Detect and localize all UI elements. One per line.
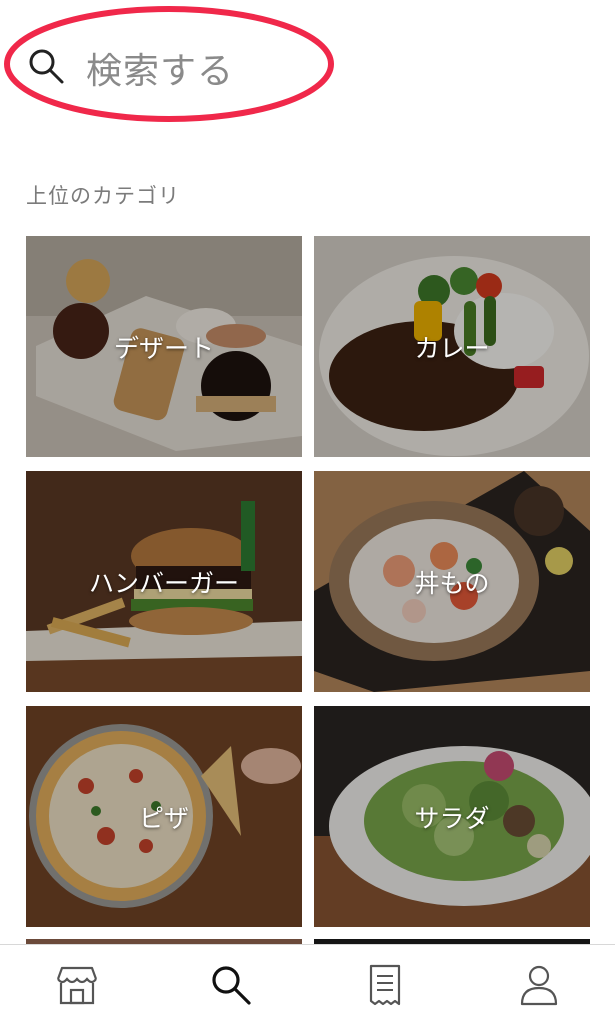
- bottom-tab-bar: [0, 944, 615, 1025]
- category-tile-salad[interactable]: サラダ: [314, 706, 590, 927]
- account-icon: [520, 965, 558, 1006]
- tab-search[interactable]: [201, 959, 261, 1011]
- category-label: 丼もの: [414, 568, 490, 598]
- store-icon: [56, 966, 98, 1005]
- search-bar[interactable]: 検索する: [20, 30, 320, 100]
- search-input[interactable]: 検索する: [86, 42, 234, 94]
- category-tile-hamburger[interactable]: ハンバーガー: [26, 471, 302, 692]
- category-label: デザート: [113, 333, 214, 363]
- tab-orders[interactable]: [355, 959, 415, 1011]
- section-title: 上位のカテゴリ: [26, 184, 180, 208]
- search-icon: [212, 966, 251, 1005]
- category-tile-dessert[interactable]: デザート: [26, 236, 302, 457]
- category-tile-pizza[interactable]: ピザ: [26, 706, 302, 927]
- category-label: ピザ: [138, 803, 189, 833]
- tab-account[interactable]: [509, 959, 569, 1011]
- category-tile-curry[interactable]: カレー: [314, 236, 590, 457]
- category-label: カレー: [414, 333, 490, 363]
- category-label: サラダ: [414, 803, 490, 833]
- category-tile-donburi[interactable]: 丼もの: [314, 471, 590, 692]
- search-icon: [29, 49, 64, 84]
- receipt-icon: [369, 964, 401, 1006]
- category-label: ハンバーガー: [88, 568, 239, 598]
- tab-store[interactable]: [47, 959, 107, 1011]
